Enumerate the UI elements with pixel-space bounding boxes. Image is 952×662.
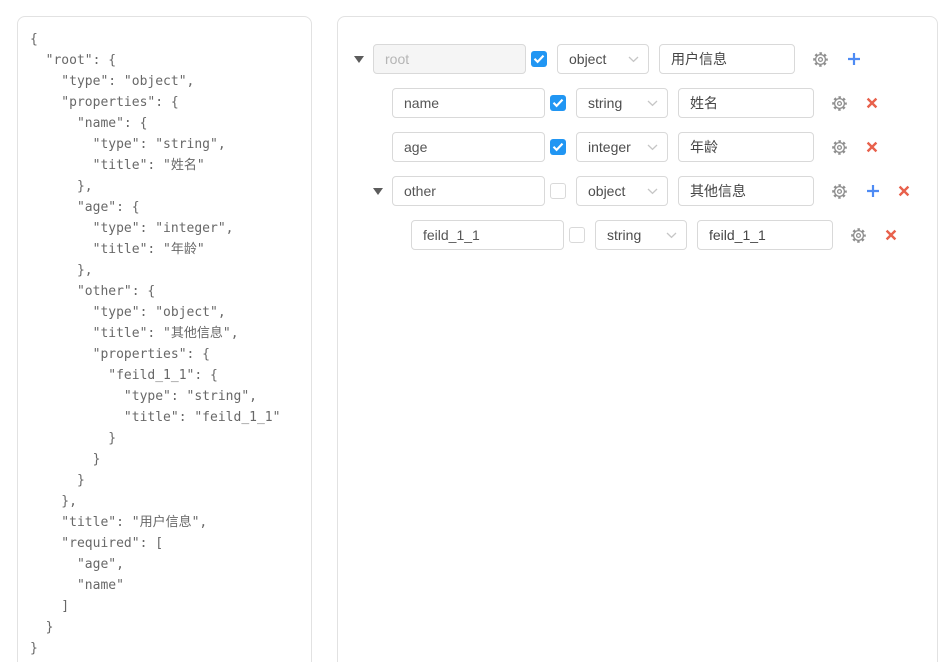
field-name-input[interactable] [411, 220, 564, 250]
checkmark-icon [533, 54, 545, 64]
chevron-down-icon [628, 56, 639, 63]
json-code-panel: { "root": { "type": "object", "propertie… [17, 16, 312, 662]
schema-editor-panel: object string [337, 16, 938, 662]
schema-row-feild_1_1: string [354, 219, 921, 251]
field-title-input[interactable] [678, 88, 814, 118]
settings-icon[interactable] [831, 139, 848, 156]
field-name-input [373, 44, 526, 74]
collapse-caret-icon[interactable] [354, 56, 364, 63]
field-name-input[interactable] [392, 176, 545, 206]
chevron-down-icon [647, 188, 658, 195]
required-checkbox[interactable] [550, 183, 566, 199]
type-select[interactable]: object [557, 44, 649, 74]
required-checkbox[interactable] [550, 139, 566, 155]
settings-icon[interactable] [831, 183, 848, 200]
field-title-input[interactable] [678, 176, 814, 206]
settings-icon[interactable] [831, 95, 848, 112]
required-checkbox[interactable] [569, 227, 585, 243]
schema-row-age: integer [354, 131, 921, 163]
schema-row-name: string [354, 87, 921, 119]
checkmark-icon [552, 142, 564, 152]
remove-field-icon[interactable] [866, 141, 878, 153]
field-title-input[interactable] [678, 132, 814, 162]
required-checkbox[interactable] [550, 95, 566, 111]
add-child-icon[interactable] [866, 184, 880, 198]
type-select[interactable]: object [576, 176, 668, 206]
field-title-input[interactable] [659, 44, 795, 74]
type-select-value: object [588, 183, 625, 199]
remove-field-icon[interactable] [898, 185, 910, 197]
field-name-input[interactable] [392, 88, 545, 118]
schema-row-root: object [354, 43, 921, 75]
type-select[interactable]: integer [576, 132, 668, 162]
type-select-value: integer [588, 139, 631, 155]
schema-row-other: object [354, 175, 921, 207]
type-select[interactable]: string [595, 220, 687, 250]
checkmark-icon [552, 98, 564, 108]
field-title-input[interactable] [697, 220, 833, 250]
remove-field-icon[interactable] [885, 229, 897, 241]
chevron-down-icon [666, 232, 677, 239]
settings-icon[interactable] [850, 227, 867, 244]
required-checkbox[interactable] [531, 51, 547, 67]
type-select[interactable]: string [576, 88, 668, 118]
field-name-input[interactable] [392, 132, 545, 162]
type-select-value: object [569, 51, 606, 67]
settings-icon[interactable] [812, 51, 829, 68]
add-child-icon[interactable] [847, 52, 861, 66]
collapse-caret-icon[interactable] [373, 188, 383, 195]
type-select-value: string [607, 227, 641, 243]
json-code: { "root": { "type": "object", "propertie… [30, 29, 299, 659]
type-select-value: string [588, 95, 622, 111]
chevron-down-icon [647, 100, 658, 107]
chevron-down-icon [647, 144, 658, 151]
remove-field-icon[interactable] [866, 97, 878, 109]
